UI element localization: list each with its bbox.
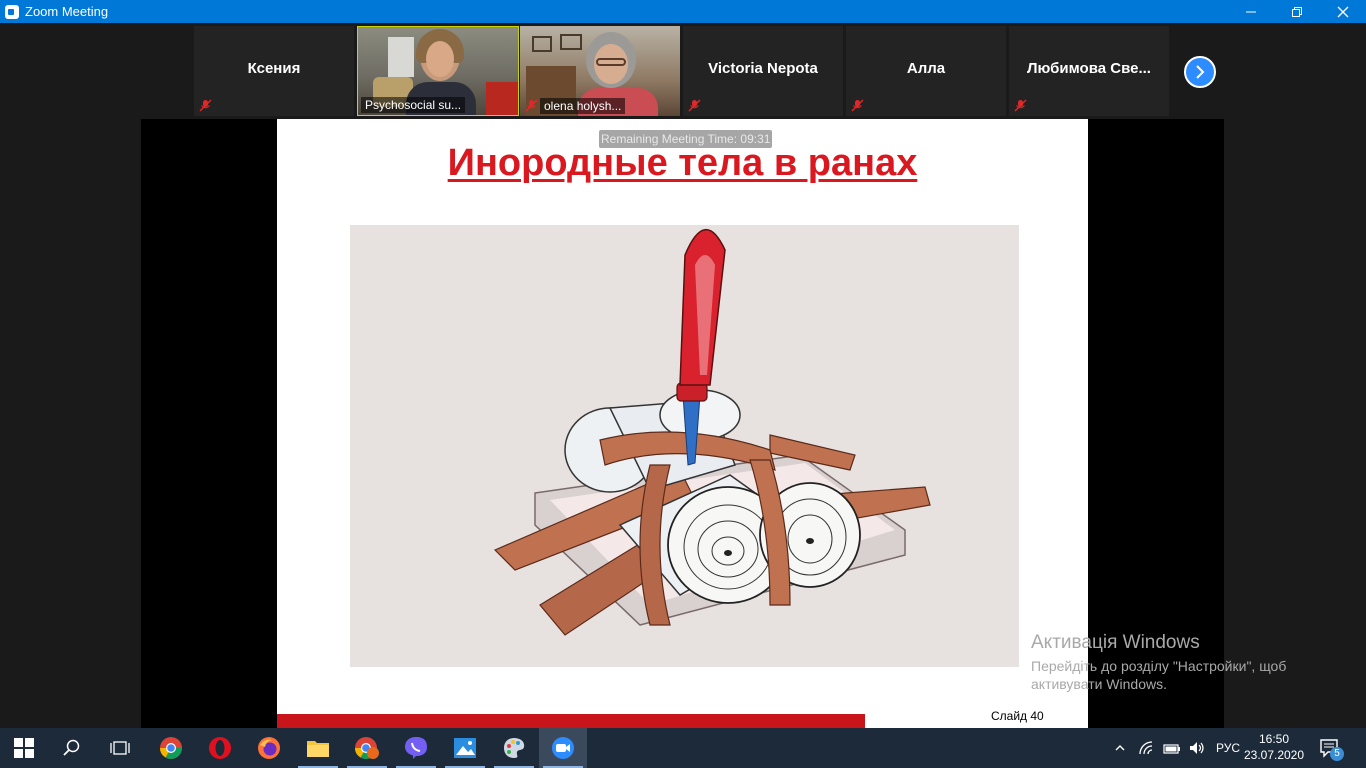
window-titlebar: Zoom Meeting [0, 0, 1366, 23]
activation-line2: активувати Windows. [1031, 676, 1167, 692]
participant-name: Victoria Nepota [708, 60, 818, 77]
taskbar-chrome[interactable] [147, 728, 195, 768]
participant-tile[interactable]: Алла [846, 26, 1006, 116]
activation-line1: Перейдіть до розділу "Настройки", щоб [1031, 658, 1287, 674]
volume-icon[interactable] [1188, 740, 1206, 756]
action-center-button[interactable]: 5 [1310, 728, 1350, 768]
restore-button[interactable] [1274, 0, 1320, 23]
photos-icon [454, 738, 476, 758]
wifi-icon[interactable] [1138, 740, 1156, 756]
zoom-icon [552, 737, 574, 759]
taskbar-firefox[interactable] [245, 728, 293, 768]
taskbar-file-explorer[interactable] [294, 728, 342, 768]
taskbar-zoom[interactable] [539, 728, 587, 768]
muted-mic-icon [525, 99, 538, 112]
participant-tile[interactable]: Victoria Nepota [683, 26, 843, 116]
participant-name: Ксения [247, 60, 301, 77]
participant-video-tile[interactable]: Psychosocial su... [357, 26, 519, 116]
chrome-icon [160, 737, 182, 759]
taskbar-chrome-profile[interactable] [343, 728, 391, 768]
clock-date: 23.07.2020 [1243, 748, 1305, 762]
chevron-right-icon [1196, 65, 1205, 79]
show-hidden-icons-icon[interactable] [1112, 740, 1128, 756]
muted-mic-icon [199, 99, 212, 112]
close-button[interactable] [1320, 0, 1366, 23]
participant-tile[interactable]: Любимова Све... [1009, 26, 1169, 116]
taskbar-photos[interactable] [441, 728, 489, 768]
slide-title: Инородные тела в ранах [447, 142, 918, 184]
muted-mic-icon [851, 99, 864, 112]
windows-activation-watermark: Активація Windows Перейдіть до розділу "… [1031, 632, 1286, 692]
start-button[interactable] [0, 728, 48, 768]
taskbar-clock[interactable]: 16:50 23.07.2020 [1242, 731, 1306, 763]
opera-icon [209, 737, 231, 759]
paint-palette-icon [504, 738, 525, 758]
participant-name: Алла [906, 60, 946, 77]
participant-name: Любимова Све... [1027, 60, 1151, 77]
next-participants-button[interactable] [1184, 56, 1216, 88]
bandaged-screwdriver-illustration [493, 229, 931, 636]
slide-number: Слайд 40 [991, 709, 1044, 723]
search-icon [63, 739, 80, 756]
window-controls [1228, 0, 1366, 23]
muted-mic-icon [688, 99, 701, 112]
task-view-icon [110, 741, 130, 755]
viber-icon [405, 737, 427, 759]
taskbar-paint[interactable] [490, 728, 538, 768]
firefox-icon [258, 737, 280, 759]
task-view-button[interactable] [96, 728, 144, 768]
zoom-app-icon [5, 4, 19, 19]
clock-time: 16:50 [1258, 732, 1290, 746]
battery-icon[interactable] [1162, 740, 1182, 756]
window-title: Zoom Meeting [25, 4, 109, 19]
taskbar-opera[interactable] [196, 728, 244, 768]
input-language[interactable]: РУС [1216, 741, 1240, 755]
slide-illustration [350, 225, 1019, 667]
remaining-time-label: Remaining Meeting Time: 09:31 [599, 130, 773, 148]
windows-logo-icon [14, 738, 34, 758]
system-tray: РУС [1112, 728, 1240, 768]
search-button[interactable] [48, 728, 96, 768]
participant-name: Psychosocial su... [361, 97, 466, 113]
notification-count-badge: 5 [1330, 747, 1344, 761]
muted-mic-icon [1014, 99, 1027, 112]
participant-video-tile[interactable]: olena holysh... [520, 26, 680, 116]
activation-title: Активація Windows [1031, 632, 1200, 653]
minimize-button[interactable] [1228, 0, 1274, 23]
participant-name: olena holysh... [540, 98, 626, 114]
slide-footer-bar [277, 714, 865, 728]
participant-strip: Ксения Psychosocial su... olena holysh..… [0, 23, 1366, 119]
folder-icon [307, 741, 329, 757]
participant-tile[interactable]: Ксения [194, 26, 354, 116]
chrome-profile-icon [355, 737, 379, 759]
windows-taskbar: РУС 5 [0, 728, 1366, 768]
taskbar-viber[interactable] [392, 728, 440, 768]
